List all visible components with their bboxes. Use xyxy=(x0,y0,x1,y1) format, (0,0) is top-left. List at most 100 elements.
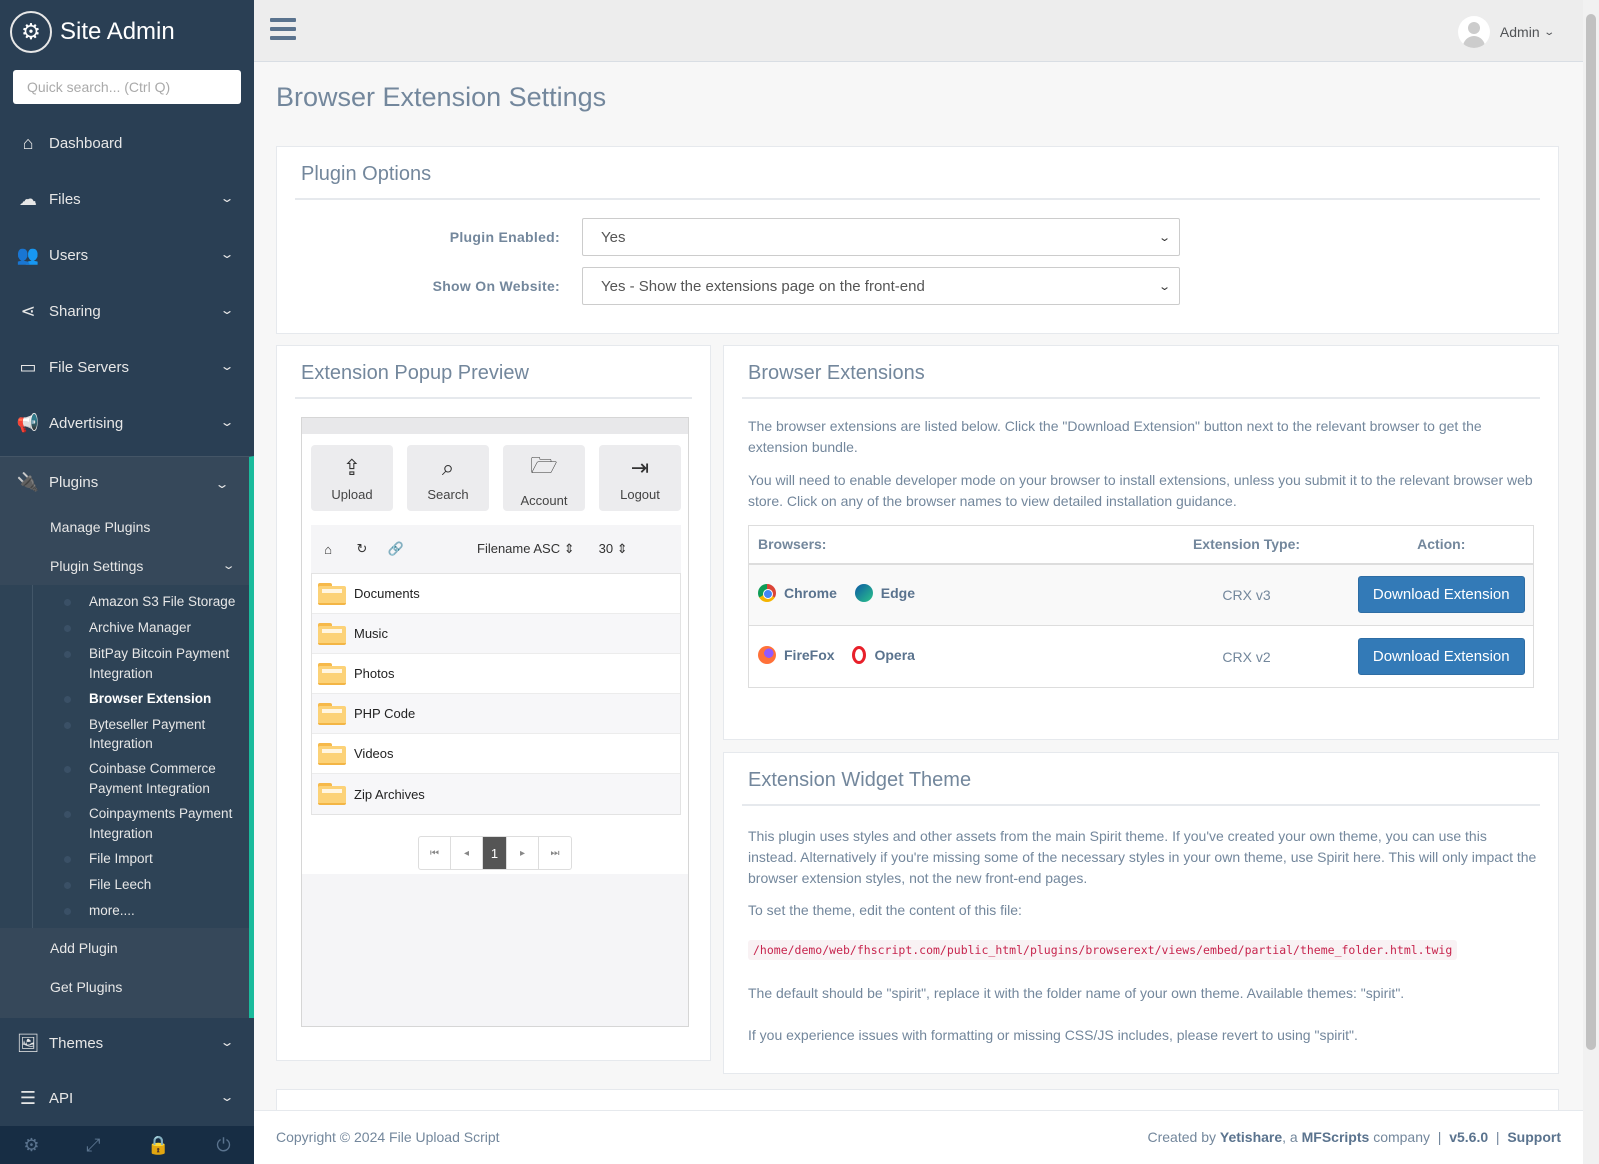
last-page-icon[interactable]: ⏭ xyxy=(539,837,571,869)
folder-icon xyxy=(318,742,346,765)
sidebar-item-label: Sharing xyxy=(49,302,101,320)
browser-link-edge[interactable]: Edge xyxy=(854,584,915,603)
top-navbar: Admin ⌄ xyxy=(254,0,1583,62)
sidebar-item-label: Themes xyxy=(49,1034,104,1052)
sidebar-item-file-servers[interactable]: ▭ File Servers ⌄ xyxy=(0,339,254,395)
sidebar-item-file-import[interactable]: File Import xyxy=(0,846,249,872)
menu-toggle-icon[interactable] xyxy=(270,18,296,40)
account-button[interactable]: 🗁 Account xyxy=(503,445,585,511)
bullhorn-icon: 📢 xyxy=(16,412,40,433)
sidebar-item-label: Browser Extension xyxy=(89,691,212,707)
home-icon[interactable]: ⌂ xyxy=(311,542,345,557)
browser-link-opera[interactable]: Opera xyxy=(852,646,915,664)
browsers-cell: FireFox Opera xyxy=(748,625,1144,688)
sort-select[interactable]: Filename ASC ⇕ xyxy=(477,541,575,557)
copyright: Copyright © 2024 File Upload Script xyxy=(276,1129,500,1145)
sidebar-item-amazon-s3[interactable]: Amazon S3 File Storage xyxy=(0,589,249,615)
sidebar-item-label: Coinpayments Payment Integration xyxy=(89,806,233,841)
sidebar-item-manage-plugins[interactable]: Manage Plugins xyxy=(0,507,249,546)
refresh-icon[interactable]: ↻ xyxy=(345,541,379,557)
link-icon[interactable]: 🔗 xyxy=(379,541,413,557)
mfscripts-link[interactable]: MFScripts xyxy=(1302,1129,1370,1145)
quick-search-input[interactable] xyxy=(13,70,241,104)
fullscreen-icon[interactable]: ⤢ xyxy=(86,1135,100,1156)
logout-button[interactable]: ⇥ Logout xyxy=(599,445,681,511)
support-link[interactable]: Support xyxy=(1507,1129,1561,1145)
folder-name: Documents xyxy=(354,586,420,601)
current-page[interactable]: 1 xyxy=(483,837,507,869)
sidebar-item-bitpay[interactable]: BitPay Bitcoin Payment Integration xyxy=(0,641,249,686)
sidebar-item-archive-manager[interactable]: Archive Manager xyxy=(0,615,249,641)
brand[interactable]: ⚙ Site Admin xyxy=(0,0,254,64)
theme-default-note: The default should be "spirit", replace … xyxy=(748,985,1405,1001)
sidebar-item-advertising[interactable]: 📢 Advertising ⌄ xyxy=(0,395,254,451)
sidebar-item-files[interactable]: ☁ Files ⌄ xyxy=(0,171,254,227)
list-item[interactable]: Zip Archives xyxy=(312,774,680,814)
sidebar-item-label: API xyxy=(49,1089,74,1107)
sidebar-item-label: Plugins xyxy=(49,473,99,491)
plugin-settings-list: Amazon S3 File Storage Archive Manager B… xyxy=(0,585,249,928)
power-icon[interactable]: ⏻ xyxy=(216,1135,230,1156)
download-extension-button[interactable]: Download Extension xyxy=(1357,576,1525,614)
sidebar-item-label: Amazon S3 File Storage xyxy=(89,594,236,610)
separator: | xyxy=(1437,1129,1442,1145)
sidebar-item-get-plugins[interactable]: Get Plugins xyxy=(0,967,249,1006)
chevron-down-icon: ⌄ xyxy=(219,247,235,261)
scrollbar-thumb[interactable] xyxy=(1586,14,1596,1050)
lock-icon[interactable]: 🔒 xyxy=(147,1135,169,1156)
sidebar-item-label: Coinbase Commerce Payment Integration xyxy=(89,761,216,796)
list-item[interactable]: Documents xyxy=(312,574,680,614)
sidebar-item-coinpayments[interactable]: Coinpayments Payment Integration xyxy=(0,801,249,846)
extensions-description: The browser extensions are listed below.… xyxy=(748,418,1482,455)
plugin-enabled-select[interactable]: Yes ⌄ xyxy=(582,218,1180,256)
search-icon: ⌕ xyxy=(441,454,455,480)
folder-name: PHP Code xyxy=(354,706,416,721)
yetishare-link[interactable]: Yetishare xyxy=(1220,1129,1282,1145)
sidebar-item-label: Dashboard xyxy=(49,134,123,152)
sidebar-item-coinbase[interactable]: Coinbase Commerce Payment Integration xyxy=(0,756,249,801)
sidebar-item-file-leech[interactable]: File Leech xyxy=(0,872,249,898)
sidebar-item-more[interactable]: more.... xyxy=(0,898,249,924)
sidebar-item-byteseller[interactable]: Byteseller Payment Integration xyxy=(0,712,249,756)
settings-gear-icon[interactable]: ⚙ xyxy=(23,1135,39,1156)
sidebar-item-label: File Servers xyxy=(49,358,130,376)
sidebar-item-add-plugin[interactable]: Add Plugin xyxy=(0,928,249,967)
column-header-action: Action: xyxy=(1349,525,1534,565)
browser-link-firefox[interactable]: FireFox xyxy=(758,646,835,664)
sidebar-item-users[interactable]: 👥 Users ⌄ xyxy=(0,227,254,283)
chevron-down-icon: ⌄ xyxy=(219,415,235,429)
page-scrollbar[interactable] xyxy=(1583,0,1599,1164)
next-page-icon[interactable]: ▸ xyxy=(507,837,539,869)
cloud-upload-icon: ☁ xyxy=(19,188,37,209)
browser-name: FireFox xyxy=(784,647,835,663)
download-extension-button[interactable]: Download Extension xyxy=(1357,638,1525,675)
sidebar-item-api[interactable]: ☰ API ⌄ xyxy=(0,1070,254,1126)
sidebar-item-plugin-settings[interactable]: Plugin Settings ⌄ xyxy=(0,546,249,585)
sidebar-item-sharing[interactable]: ⋖ Sharing ⌄ xyxy=(0,283,254,339)
action-cell: Download Extension xyxy=(1349,625,1534,688)
search-button[interactable]: ⌕ Search xyxy=(407,445,489,511)
chevron-down-icon: ⌄ xyxy=(219,191,235,205)
sidebar-item-label: Plugin Settings xyxy=(50,557,144,574)
list-item[interactable]: PHP Code xyxy=(312,694,680,734)
folder-list: Documents Music Photos PHP Code Videos Z… xyxy=(311,573,681,815)
folder-icon xyxy=(318,622,346,645)
sidebar-item-plugins[interactable]: 🔌 Plugins ⌄ xyxy=(0,457,249,507)
list-item[interactable]: Music xyxy=(312,614,680,654)
prev-page-icon[interactable]: ◂ xyxy=(451,837,483,869)
browser-name: Chrome xyxy=(784,585,837,602)
list-item[interactable]: Videos xyxy=(312,734,680,774)
chevron-down-icon: ⌄ xyxy=(1157,281,1171,293)
sidebar-item-themes[interactable]: 🖼 Themes ⌄ xyxy=(0,1015,254,1071)
show-on-website-select[interactable]: Yes - Show the extensions page on the fr… xyxy=(582,267,1180,305)
sort-caret-icon: ⇕ xyxy=(616,541,628,556)
upload-button[interactable]: ⇪ Upload xyxy=(311,445,393,511)
sidebar-item-dashboard[interactable]: ⌂ Dashboard xyxy=(0,115,254,171)
per-page-select[interactable]: 30 ⇕ xyxy=(599,541,628,557)
list-item[interactable]: Photos xyxy=(312,654,680,694)
browser-link-chrome[interactable]: Chrome xyxy=(758,584,837,603)
user-menu[interactable]: Admin ⌄ xyxy=(1457,16,1555,48)
plug-icon: 🔌 xyxy=(16,471,40,492)
sidebar-item-browser-extension[interactable]: Browser Extension xyxy=(0,686,249,712)
first-page-icon[interactable]: ⏮ xyxy=(419,837,451,869)
